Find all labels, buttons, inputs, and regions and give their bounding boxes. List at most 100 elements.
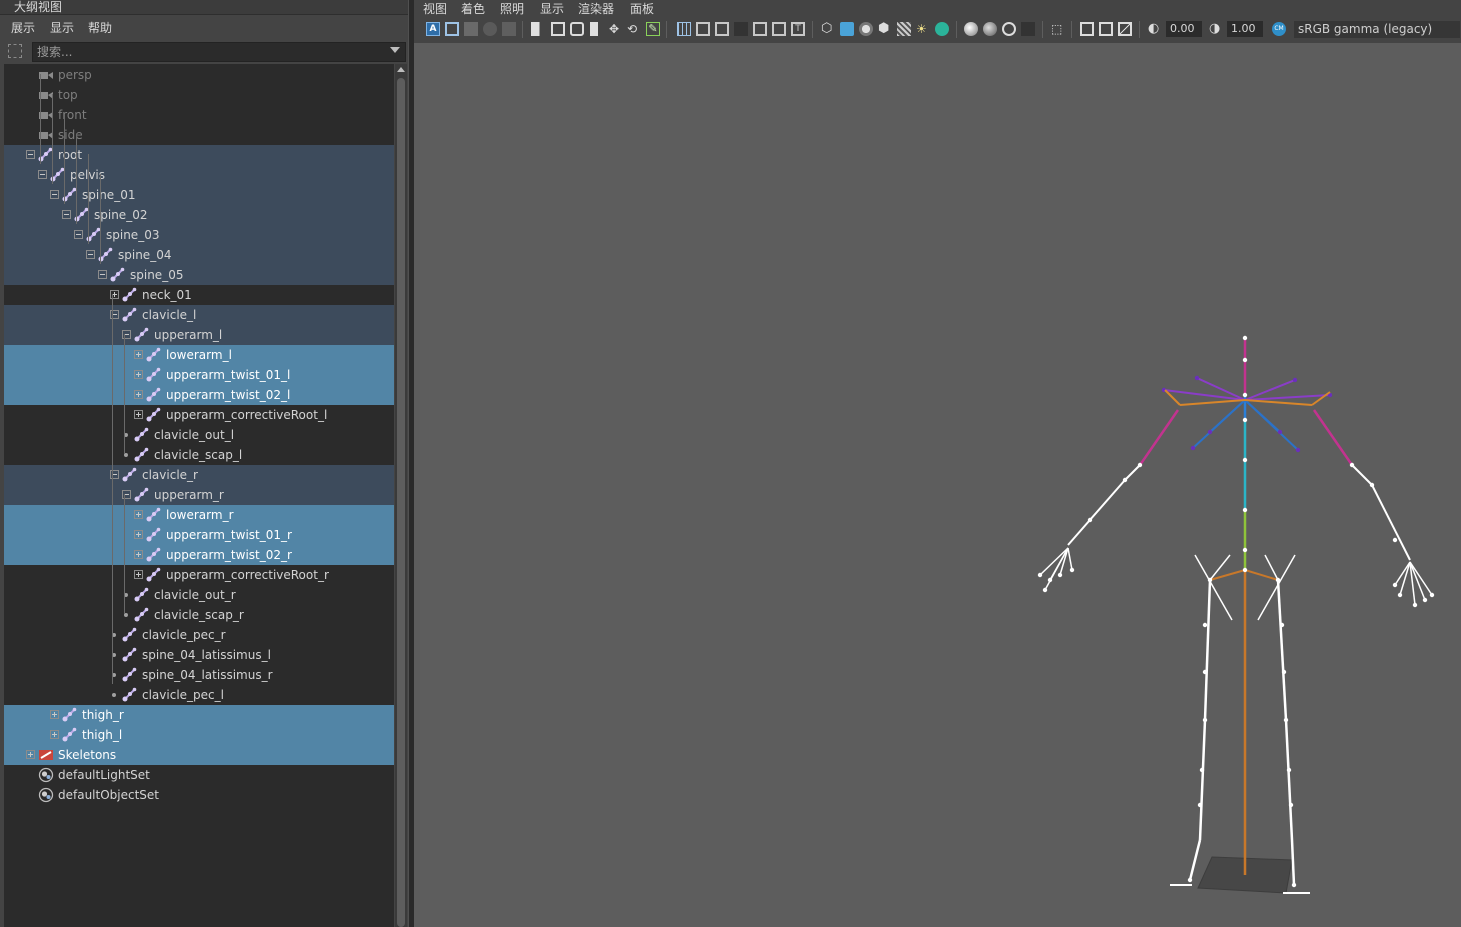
screen-space-ao-icon[interactable] [964, 22, 978, 36]
camera-tree-item[interactable]: side [4, 125, 394, 145]
menu-panels[interactable]: 面板 [630, 0, 654, 17]
joint-tree-item[interactable]: spine_01 [4, 185, 394, 205]
menu-shading[interactable]: 着色 [461, 0, 485, 17]
exposure-icon[interactable]: ◐ [1148, 22, 1162, 36]
collapse-toggle-icon[interactable] [74, 230, 83, 239]
frame-all-icon[interactable] [445, 22, 459, 36]
collapse-toggle-icon[interactable] [38, 170, 47, 179]
gamma-icon[interactable]: ◑ [1209, 22, 1223, 36]
wireframe-icon[interactable]: ⬡ [821, 22, 835, 36]
shadows-icon[interactable] [935, 22, 949, 36]
color-management-icon[interactable]: CM [1272, 22, 1286, 36]
skeleton-set-tree-item[interactable]: Skeletons [4, 745, 394, 765]
menu-display[interactable]: 显示 [50, 19, 74, 36]
expand-toggle-icon[interactable] [50, 710, 59, 719]
joint-tree-item[interactable]: clavicle_out_l [4, 425, 394, 445]
frame-selection-icon[interactable] [464, 22, 478, 36]
menu-view[interactable]: 视图 [423, 0, 447, 17]
joint-tree-item[interactable]: clavicle_pec_l [4, 685, 394, 705]
search-input[interactable] [32, 42, 406, 62]
joint-tree-item[interactable]: spine_04 [4, 245, 394, 265]
joint-tree-item[interactable]: upperarm_twist_01_l [4, 365, 394, 385]
joint-tree-item[interactable]: spine_02 [4, 205, 394, 225]
bookmark-camera-icon[interactable] [502, 22, 516, 36]
gate-mask-icon[interactable] [734, 22, 748, 36]
paint-brush-icon[interactable]: ✎ [646, 22, 660, 36]
anti-aliasing-icon[interactable] [1002, 22, 1016, 36]
joint-tree-item[interactable]: lowerarm_l [4, 345, 394, 365]
textured-icon[interactable] [897, 22, 911, 36]
expand-toggle-icon[interactable] [134, 390, 143, 399]
expand-toggle-icon[interactable] [134, 550, 143, 559]
gamma-field[interactable]: 1.00 [1227, 21, 1263, 37]
filter-icon[interactable] [8, 44, 22, 58]
exposure-field[interactable]: 0.00 [1166, 21, 1202, 37]
wireframe-on-shaded-icon[interactable]: ⬢ [878, 22, 892, 36]
camera-tree-item[interactable]: top [4, 85, 394, 105]
object-set-tree-item[interactable]: defaultObjectSet [4, 785, 394, 805]
scroll-up-arrow-icon[interactable] [397, 67, 405, 72]
menu-show[interactable]: 展示 [11, 19, 35, 36]
scrollbar-thumb[interactable] [397, 78, 405, 927]
expand-toggle-icon[interactable] [134, 570, 143, 579]
joint-tree-item[interactable]: spine_04_latissimus_r [4, 665, 394, 685]
joint-tree-item[interactable]: spine_04_latissimus_l [4, 645, 394, 665]
menu-renderer[interactable]: 渲染器 [578, 0, 614, 17]
depth-of-field-icon[interactable] [1021, 22, 1035, 36]
collapse-toggle-icon[interactable] [62, 210, 71, 219]
expand-toggle-icon[interactable] [134, 370, 143, 379]
joint-tree-item[interactable]: upperarm_twist_02_l [4, 385, 394, 405]
grid-icon[interactable] [677, 22, 691, 36]
collapse-toggle-icon[interactable] [86, 250, 95, 259]
lights-icon[interactable]: ☀ [916, 22, 930, 36]
joint-tree-item[interactable]: upperarm_r [4, 485, 394, 505]
menu-lighting[interactable]: 照明 [500, 0, 524, 17]
joint-tree-item[interactable]: spine_05 [4, 265, 394, 285]
joint-tree-item[interactable]: upperarm_correctiveRoot_l [4, 405, 394, 425]
expand-toggle-icon[interactable] [134, 410, 143, 419]
select-camera-icon[interactable]: A [426, 22, 440, 36]
joint-tree-item[interactable]: upperarm_twist_01_r [4, 525, 394, 545]
joint-tree-item[interactable]: upperarm_twist_02_r [4, 545, 394, 565]
joint-tree-item[interactable]: clavicle_out_r [4, 585, 394, 605]
joint-tree-item[interactable]: upperarm_correctiveRoot_r [4, 565, 394, 585]
expand-toggle-icon[interactable] [134, 530, 143, 539]
camera-tree-item[interactable]: front [4, 105, 394, 125]
joint-tree-item[interactable]: thigh_r [4, 705, 394, 725]
joint-tree-item[interactable]: lowerarm_r [4, 505, 394, 525]
safe-title-icon[interactable]: T [791, 22, 805, 36]
camera-tree-item[interactable]: persp [4, 65, 394, 85]
joint-tree-item[interactable]: root [4, 145, 394, 165]
default-material-icon[interactable] [859, 22, 873, 36]
film-gate-icon[interactable] [696, 22, 710, 36]
image-plane-icon[interactable] [551, 22, 565, 36]
xray-joints-icon[interactable] [1118, 22, 1132, 36]
collapse-toggle-icon[interactable] [98, 270, 107, 279]
joint-tree-item[interactable]: clavicle_pec_r [4, 625, 394, 645]
joint-tree-item[interactable]: clavicle_l [4, 305, 394, 325]
smooth-shade-icon[interactable] [840, 22, 854, 36]
color-space-dropdown[interactable]: sRGB gamma (legacy) [1294, 21, 1460, 38]
3d-viewport[interactable] [414, 43, 1461, 927]
expand-toggle-icon[interactable] [50, 730, 59, 739]
joint-tree-item[interactable]: pelvis [4, 165, 394, 185]
field-chart-icon[interactable] [753, 22, 767, 36]
resolution-gate-icon[interactable] [715, 22, 729, 36]
safe-action-icon[interactable] [772, 22, 786, 36]
joint-tree-item[interactable]: upperarm_l [4, 325, 394, 345]
joint-tree-item[interactable]: clavicle_r [4, 465, 394, 485]
lock-camera-icon[interactable] [483, 22, 497, 36]
xray-active-components-icon[interactable] [1099, 22, 1113, 36]
move-tool-icon[interactable]: ✥ [609, 22, 623, 36]
menu-display[interactable]: 显示 [540, 0, 564, 17]
menu-help[interactable]: 帮助 [88, 19, 112, 36]
joint-tree-item[interactable]: clavicle_scap_r [4, 605, 394, 625]
2d-pan-zoom-icon[interactable] [570, 22, 584, 36]
joint-tree-item[interactable]: spine_03 [4, 225, 394, 245]
grease-pencil-icon[interactable] [590, 22, 598, 36]
object-set-tree-item[interactable]: defaultLightSet [4, 765, 394, 785]
motion-blur-icon[interactable] [983, 22, 997, 36]
joint-tree-item[interactable]: thigh_l [4, 725, 394, 745]
joint-tree-item[interactable]: neck_01 [4, 285, 394, 305]
expand-toggle-icon[interactable] [26, 750, 35, 759]
